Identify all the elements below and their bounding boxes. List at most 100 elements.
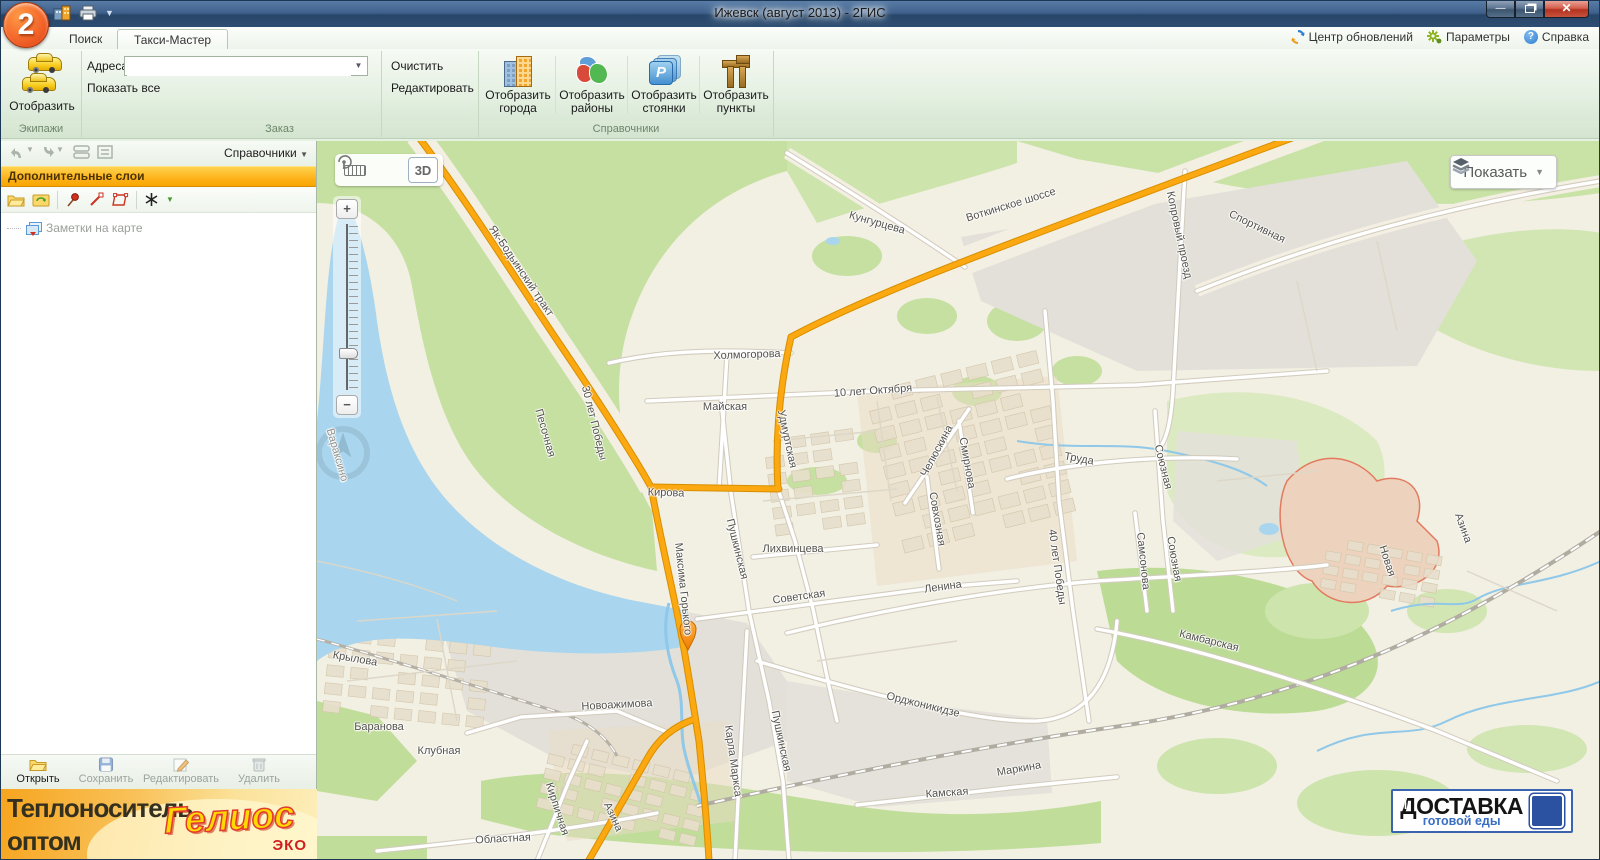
ad-banner[interactable]: Теплоноситель оптом Гелиос ЭКО xyxy=(1,789,317,860)
zoom-track[interactable] xyxy=(346,224,348,390)
restore-button[interactable] xyxy=(1515,1,1544,18)
zoom-in-button[interactable]: + xyxy=(336,199,358,219)
show-layers-label: Показать xyxy=(1463,164,1527,181)
show-points-label: Отобразить пункты xyxy=(701,89,771,115)
ad-brand-sub: ЭКО xyxy=(273,837,308,854)
zoom-handle[interactable] xyxy=(339,348,358,359)
update-center-link[interactable]: Центр обновлений xyxy=(1291,30,1413,44)
sidebar-mode-dropdown[interactable]: Справочники ▼ xyxy=(224,146,308,160)
map-canvas[interactable] xyxy=(317,141,1600,860)
open-folder-icon[interactable] xyxy=(7,193,25,207)
draw-polygon-icon[interactable] xyxy=(111,192,129,208)
sidebar-mode-label: Справочники xyxy=(224,146,297,160)
legend-icon[interactable] xyxy=(97,145,115,159)
sidebar-nav-bar: ▼ ▼ Справочники ▼ xyxy=(1,141,316,167)
group-label-order: Заказ xyxy=(81,123,478,135)
address-input[interactable] xyxy=(127,58,351,76)
layers-panel-header: Дополнительные слои xyxy=(1,166,316,187)
open-label: Открыть xyxy=(16,773,59,785)
open-button[interactable]: Открыть xyxy=(3,757,73,785)
layers-toolbar: ▼ xyxy=(1,187,316,213)
cutlery-icon xyxy=(1530,794,1564,828)
layers-tree[interactable]: Заметки на карте xyxy=(1,213,316,754)
title-bar[interactable]: Ижевск (август 2013) - 2ГИС — ✕ xyxy=(1,1,1599,27)
update-icon xyxy=(1291,30,1305,44)
sidebar: ▼ ▼ Справочники ▼ Дополнительные слои xyxy=(1,141,317,860)
app-logo-2gis[interactable]: 2 xyxy=(3,2,49,48)
tab-poisk[interactable]: Поиск xyxy=(53,29,118,49)
edit-button[interactable]: Редактировать xyxy=(146,757,216,785)
show-districts-button[interactable]: Отобразить районы xyxy=(557,53,627,119)
help-label: Справка xyxy=(1542,30,1589,44)
tree-item-map-notes[interactable]: Заметки на карте xyxy=(7,221,143,235)
ad-brand: Гелиос xyxy=(163,794,296,843)
help-icon: ? xyxy=(1524,30,1538,44)
window-title: Ижевск (август 2013) - 2ГИС xyxy=(1,5,1599,20)
tab-taksi-master[interactable]: Такси-Мастер xyxy=(117,29,228,50)
open-icon xyxy=(29,757,47,772)
zoom-out-button[interactable]: − xyxy=(336,395,358,415)
edit-link[interactable]: Редактировать xyxy=(391,81,474,95)
save-icon xyxy=(98,757,114,772)
show-cities-button[interactable]: Отобразить города xyxy=(483,53,553,119)
print-icon[interactable] xyxy=(79,5,97,21)
mode-3d-button[interactable]: 3D xyxy=(408,157,438,183)
parameters-link[interactable]: Параметры xyxy=(1427,30,1510,44)
cities-icon xyxy=(503,55,533,87)
map-show-layers-button[interactable]: Показать ▼ xyxy=(1450,155,1557,189)
help-link[interactable]: ? Справка xyxy=(1524,30,1589,44)
layers-footer: Открыть Сохранить Редактировать xyxy=(1,754,316,790)
address-combobox[interactable]: ▼ xyxy=(124,56,368,76)
zoom-slider: + − xyxy=(333,196,361,418)
show-layers-dropdown-icon: ▼ xyxy=(1535,167,1544,177)
delivery-line1: ДОСТАВКА xyxy=(1400,796,1523,816)
delivery-ad-badge[interactable]: ДОСТАВКА готовой еды xyxy=(1391,789,1573,833)
address-label: Адреса xyxy=(87,59,128,73)
quick-access-toolbar: ▼ xyxy=(53,5,114,21)
parameters-label: Параметры xyxy=(1446,30,1510,44)
show-parkings-label: Отобразить стоянки xyxy=(629,89,699,115)
pan-tool-button[interactable] xyxy=(374,157,404,183)
map-notes-icon xyxy=(26,222,41,234)
ad-line2: оптом xyxy=(7,826,81,857)
panels-icon[interactable] xyxy=(73,145,91,159)
show-crews-label: Отобразить xyxy=(9,99,74,113)
map-viewport[interactable]: Як-Бодьинский трактВоткинское шоссеКунгу… xyxy=(317,141,1600,860)
show-districts-label: Отобразить районы xyxy=(557,89,627,115)
save-label: Сохранить xyxy=(79,773,134,785)
show-points-button[interactable]: Отобразить пункты xyxy=(701,53,771,119)
taxi-icon xyxy=(22,53,62,93)
symbol-style-dropdown-icon[interactable]: ▼ xyxy=(166,195,174,204)
parkings-icon: P xyxy=(647,55,681,87)
back-icon[interactable] xyxy=(9,145,25,159)
tree-branch xyxy=(7,228,21,229)
touch-icon xyxy=(335,154,353,172)
clear-link[interactable]: Очистить xyxy=(391,59,443,73)
show-parkings-button[interactable]: P Отобразить стоянки xyxy=(629,53,699,119)
city-directory-icon[interactable] xyxy=(53,5,71,21)
zoom-ticks xyxy=(349,226,358,388)
show-cities-label: Отобразить города xyxy=(483,89,553,115)
minimize-button[interactable]: — xyxy=(1486,1,1515,18)
delete-button[interactable]: Удалить xyxy=(224,757,294,785)
save-button[interactable]: Сохранить xyxy=(71,757,141,785)
show-crews-button[interactable]: Отобразить xyxy=(7,53,77,113)
edit-icon xyxy=(173,757,190,772)
address-dropdown-icon[interactable]: ▼ xyxy=(350,57,367,75)
restore-icon xyxy=(1525,5,1535,13)
show-all-link[interactable]: Показать все xyxy=(87,81,160,95)
forward-dropdown-icon[interactable]: ▼ xyxy=(56,145,64,154)
draw-line-icon[interactable] xyxy=(88,192,104,208)
symbol-style-icon[interactable] xyxy=(144,192,159,207)
refresh-folder-icon[interactable] xyxy=(32,193,50,207)
ribbon: Отобразить Адреса ▼ Показать все Очистит… xyxy=(1,49,1599,121)
add-pin-icon[interactable] xyxy=(65,192,81,208)
back-dropdown-icon[interactable]: ▼ xyxy=(26,145,34,154)
update-center-label: Центр обновлений xyxy=(1309,30,1413,44)
customize-quick-access-icon[interactable]: ▼ xyxy=(105,8,114,18)
delete-label: Удалить xyxy=(238,773,280,785)
layers-icon xyxy=(1451,156,1471,174)
close-button[interactable]: ✕ xyxy=(1544,1,1589,18)
edit-label: Редактировать xyxy=(143,773,219,785)
forward-icon[interactable] xyxy=(39,145,55,159)
